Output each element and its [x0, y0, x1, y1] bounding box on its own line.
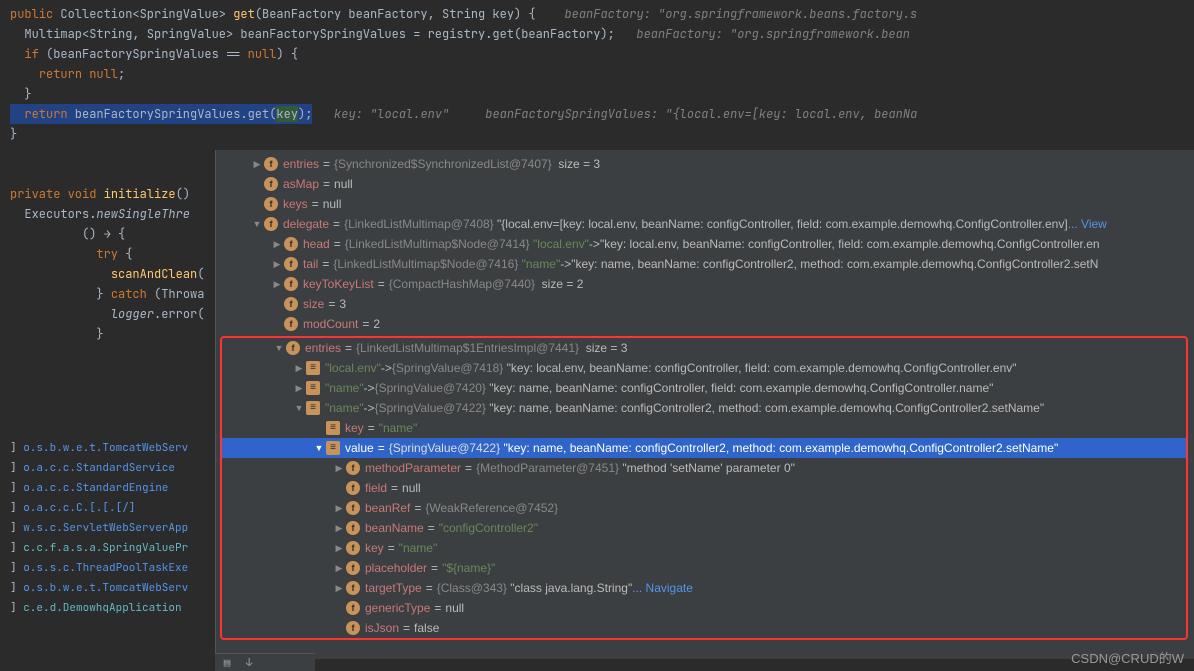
field-icon: f [284, 297, 298, 311]
tree-row-size[interactable]: fsize=3 [216, 294, 1194, 314]
entry-icon: ≡ [306, 361, 320, 375]
tree-row-asmap[interactable]: fasMap=null [216, 174, 1194, 194]
chevron-down-icon[interactable]: ▼ [272, 338, 286, 358]
field-icon: f [346, 561, 360, 575]
log-line: ] o.s.s.c.ThreadPoolTaskExe [10, 558, 210, 578]
field-icon: f [346, 601, 360, 615]
debug-toolbar: ▤ ↓ [215, 653, 315, 671]
inline-hint: beanFactory: "org.springframework.bean [636, 26, 910, 42]
chevron-down-icon[interactable]: ▼ [292, 398, 306, 418]
tree-row-entry[interactable]: ▶≡"name" -> {SpringValue@7420} "key: nam… [222, 378, 1186, 398]
tree-row-entry[interactable]: ▼≡"name" -> {SpringValue@7422} "key: nam… [222, 398, 1186, 418]
log-line: ] o.s.b.w.e.t.TomcatWebServ [10, 578, 210, 598]
field-icon: f [346, 621, 360, 635]
tree-row-field[interactable]: ffield=null [222, 478, 1186, 498]
tree-row-placeholder[interactable]: ▶fplaceholder="${name}" [222, 558, 1186, 578]
tree-row-entries[interactable]: ▶fentries={Synchronized$SynchronizedList… [216, 154, 1194, 174]
tree-row-modcount[interactable]: fmodCount=2 [216, 314, 1194, 334]
stack-icon[interactable]: ▤ [221, 657, 233, 669]
field-icon: f [264, 177, 278, 191]
watermark: CSDN@CRUD的W [1071, 648, 1184, 667]
chevron-right-icon[interactable]: ▶ [292, 378, 306, 398]
log-line: ] o.a.c.c.StandardEngine [10, 478, 210, 498]
field-icon: f [346, 521, 360, 535]
tree-row-beanref[interactable]: ▶fbeanRef={WeakReference@7452} [222, 498, 1186, 518]
inline-hint: beanFactorySpringValues: "{local.env=[ke… [485, 106, 917, 122]
tree-row-entries2[interactable]: ▼fentries={LinkedListMultimap$1EntriesIm… [222, 338, 1186, 358]
tree-row-targettype[interactable]: ▶ftargetType={Class@343} "class java.lan… [222, 578, 1186, 598]
chevron-down-icon[interactable]: ▼ [250, 214, 264, 234]
entry-icon: ≡ [306, 401, 320, 415]
log-line: ] c.c.f.a.s.a.SpringValuePr [10, 538, 210, 558]
field-icon: f [286, 341, 300, 355]
console-output[interactable]: ] o.s.b.w.e.t.TomcatWebServ ] o.a.c.c.St… [0, 438, 210, 618]
tree-row-entry-key[interactable]: ≡key="name" [222, 418, 1186, 438]
chevron-right-icon[interactable]: ▶ [332, 498, 346, 518]
log-line: ] o.s.b.w.e.t.TomcatWebServ [10, 438, 210, 458]
field-icon: f [346, 581, 360, 595]
tree-row-delegate[interactable]: ▼fdelegate={LinkedListMultimap@7408} "{l… [216, 214, 1194, 234]
log-line: ] c.e.d.DemowhqApplication [10, 598, 210, 618]
chevron-right-icon[interactable]: ▶ [270, 234, 284, 254]
entry-icon: ≡ [326, 441, 340, 455]
entry-icon: ≡ [326, 421, 340, 435]
tree-row-methodparameter[interactable]: ▶fmethodParameter={MethodParameter@7451}… [222, 458, 1186, 478]
chevron-right-icon[interactable]: ▶ [250, 154, 264, 174]
debug-variables-panel[interactable]: ▶fentries={Synchronized$SynchronizedList… [215, 150, 1194, 659]
field-icon: f [346, 481, 360, 495]
log-line: ] w.s.c.ServletWebServerApp [10, 518, 210, 538]
chevron-right-icon[interactable]: ▶ [292, 358, 306, 378]
chevron-right-icon[interactable]: ▶ [270, 274, 284, 294]
field-icon: f [264, 197, 278, 211]
tree-row-head[interactable]: ▶fhead={LinkedListMultimap$Node@7414} "l… [216, 234, 1194, 254]
highlighted-region: ▼fentries={LinkedListMultimap$1EntriesIm… [220, 336, 1188, 640]
chevron-right-icon[interactable]: ▶ [332, 538, 346, 558]
inline-hint: beanFactory: "org.springframework.beans.… [564, 6, 917, 22]
chevron-right-icon[interactable]: ▶ [332, 518, 346, 538]
field-icon: f [284, 257, 298, 271]
field-icon: f [284, 317, 298, 331]
field-icon: f [346, 461, 360, 475]
log-line: ] o.a.c.c.C.[.[.[/] [10, 498, 210, 518]
tree-row-key[interactable]: ▶fkey="name" [222, 538, 1186, 558]
tree-row-entry-value[interactable]: ▼≡value={SpringValue@7422} "key: name, b… [222, 438, 1186, 458]
field-icon: f [346, 541, 360, 555]
tree-row-beanname[interactable]: ▶fbeanName="configController2" [222, 518, 1186, 538]
chevron-right-icon[interactable]: ▶ [332, 458, 346, 478]
chevron-right-icon[interactable]: ▶ [270, 254, 284, 274]
tree-row-keytokeylist[interactable]: ▶fkeyToKeyList={CompactHashMap@7440} siz… [216, 274, 1194, 294]
chevron-down-icon[interactable]: ▼ [312, 438, 326, 458]
field-icon: f [346, 501, 360, 515]
tree-row-tail[interactable]: ▶ftail={LinkedListMultimap$Node@7416} "n… [216, 254, 1194, 274]
entry-icon: ≡ [306, 381, 320, 395]
tree-row-keys[interactable]: fkeys=null [216, 194, 1194, 214]
chevron-right-icon[interactable]: ▶ [332, 578, 346, 598]
arrow-down-icon[interactable]: ↓ [243, 657, 255, 669]
tree-row-generictype[interactable]: fgenericType=null [222, 598, 1186, 618]
field-icon: f [284, 277, 298, 291]
inline-hint: key: "local.env" [334, 106, 449, 122]
field-icon: f [284, 237, 298, 251]
tree-row-isjson[interactable]: fisJson=false [222, 618, 1186, 638]
field-icon: f [264, 157, 278, 171]
chevron-right-icon[interactable]: ▶ [332, 558, 346, 578]
tree-row-entry[interactable]: ▶≡"local.env" -> {SpringValue@7418} "key… [222, 358, 1186, 378]
field-icon: f [264, 217, 278, 231]
log-line: ] o.a.c.c.StandardService [10, 458, 210, 478]
